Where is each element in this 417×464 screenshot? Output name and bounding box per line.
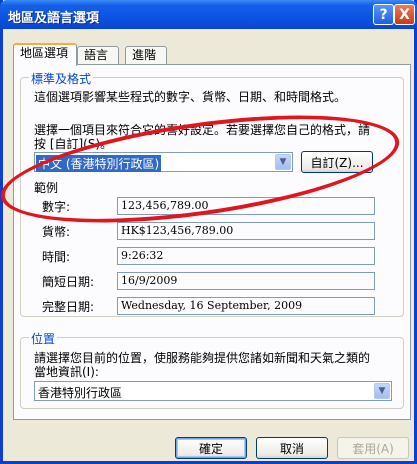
sample-label-number: 數字:	[42, 200, 71, 214]
samples-heading: 範例	[34, 181, 59, 195]
regional-options-dialog: 地區及語言選項 ? X 地區選項 語言 進階 標準及格式 這個選項影響某些程式的…	[0, 0, 417, 464]
customize-button[interactable]: 自訂(Z)...	[301, 151, 373, 173]
standards-instruction-line2: 按 [自訂](S)。	[34, 137, 113, 151]
title-bar[interactable]: 地區及語言選項 ? X	[0, 0, 417, 29]
sample-value-time: 9:26:32	[117, 247, 375, 265]
locale-dropdown[interactable]: 中文 (香港特別行政區) ▼	[34, 152, 293, 172]
sample-label-short-date: 簡短日期:	[42, 275, 95, 289]
standards-description: 這個選項影響某些程式的數字、貨幣、日期、和時間格式。	[34, 90, 347, 104]
location-group: 位置 請選擇您目前的位置，使服務能夠提供您諸如新聞和天氣之類的 當地資訊(I):…	[20, 330, 404, 409]
chevron-down-icon[interactable]: ▼	[275, 154, 291, 170]
apply-button[interactable]: 套用(A)	[337, 437, 409, 459]
sample-label-currency: 貨幣:	[42, 225, 71, 239]
locale-dropdown-value: 中文 (香港特別行政區)	[36, 155, 162, 172]
chevron-down-icon[interactable]: ▼	[374, 383, 390, 399]
location-dropdown[interactable]: 香港特別行政區 ▼	[34, 381, 392, 401]
standards-formats-title: 標準及格式	[29, 70, 94, 87]
sample-value-short-date: 16/9/2009	[117, 272, 375, 290]
tab-advanced[interactable]: 進階	[125, 46, 167, 64]
location-dropdown-value: 香港特別行政區	[38, 386, 123, 400]
cancel-button[interactable]: 取消	[256, 437, 328, 459]
close-icon[interactable]: X	[394, 4, 415, 25]
tab-regional-options[interactable]: 地區選項	[13, 43, 77, 66]
sample-value-long-date: Wednesday, 16 September, 2009	[117, 297, 375, 315]
ok-button[interactable]: 確定	[175, 437, 247, 459]
tab-page-regional-options: 標準及格式 這個選項影響某些程式的數字、貨幣、日期、和時間格式。 選擇一個項目來…	[13, 64, 411, 420]
location-title: 位置	[29, 330, 58, 347]
window-title: 地區及語言選項	[8, 11, 100, 26]
sample-value-currency: HK$123,456,789.00	[117, 222, 375, 240]
sample-label-long-date: 完整日期:	[42, 300, 95, 314]
tab-languages[interactable]: 語言	[77, 46, 119, 64]
help-icon[interactable]: ?	[373, 4, 394, 25]
sample-label-time: 時間:	[42, 250, 71, 264]
sample-value-number: 123,456,789.00	[117, 197, 375, 215]
standards-formats-group: 標準及格式 這個選項影響某些程式的數字、貨幣、日期、和時間格式。 選擇一個項目來…	[20, 70, 404, 317]
location-description-line2: 當地資訊(I):	[34, 365, 99, 379]
